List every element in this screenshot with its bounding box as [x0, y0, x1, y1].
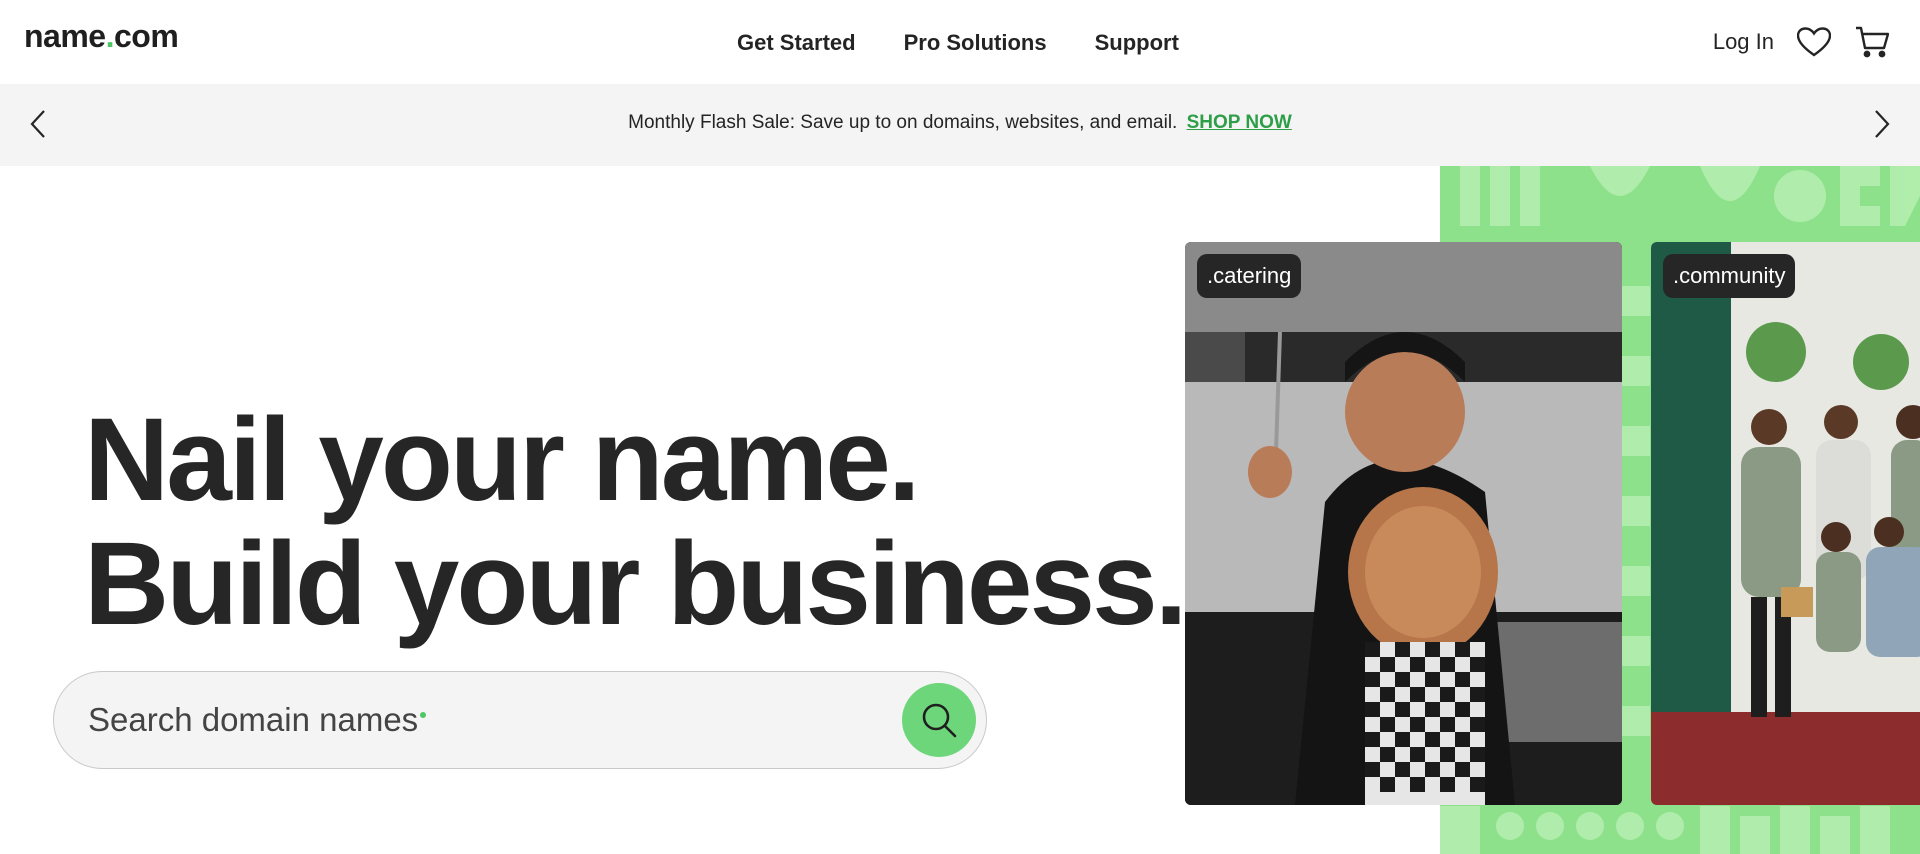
heart-icon[interactable] [1796, 24, 1832, 60]
community-photo-card[interactable]: .community [1651, 242, 1920, 805]
domain-search-input[interactable] [88, 694, 868, 746]
header-actions: Log In [1713, 24, 1890, 60]
promo-text: Monthly Flash Sale: Save up to on domain… [628, 112, 1178, 133]
login-link[interactable]: Log In [1713, 29, 1774, 55]
community-photo [1651, 242, 1920, 805]
placeholder-green-dot [420, 712, 426, 718]
catering-tag: .catering [1197, 254, 1302, 298]
shop-now-link[interactable]: SHOP NOW [1187, 112, 1292, 133]
community-tag: .community [1663, 254, 1796, 298]
cart-icon[interactable] [1854, 24, 1890, 60]
nav-get-started[interactable]: Get Started [737, 30, 856, 56]
search-button[interactable] [902, 683, 976, 757]
search-icon [922, 703, 957, 738]
nav-pro-solutions[interactable]: Pro Solutions [904, 30, 1047, 56]
promo-message: Monthly Flash Sale: Save up to on domain… [0, 112, 1920, 134]
domain-search-bar [53, 671, 987, 769]
catering-photo-card[interactable]: .catering [1185, 242, 1622, 805]
logo[interactable]: name.com [24, 18, 179, 55]
chef-photo [1185, 242, 1622, 805]
promo-next-chevron-right-icon[interactable] [1864, 106, 1900, 142]
logo-dot: . [105, 18, 115, 54]
promo-banner: Monthly Flash Sale: Save up to on domain… [0, 84, 1920, 166]
hero-line-2: Build your business. [84, 518, 1188, 650]
logo-tld: com [113, 18, 179, 54]
hero-headline: Nail your name. Build your business. [84, 394, 1188, 650]
nav-support[interactable]: Support [1095, 30, 1179, 56]
hero-line-1: Nail your name. [84, 394, 921, 526]
site-header: name.com Get Started Pro Solutions Suppo… [0, 0, 1920, 84]
main-nav: Get Started Pro Solutions Support [737, 30, 1179, 56]
logo-name: name [24, 18, 106, 54]
